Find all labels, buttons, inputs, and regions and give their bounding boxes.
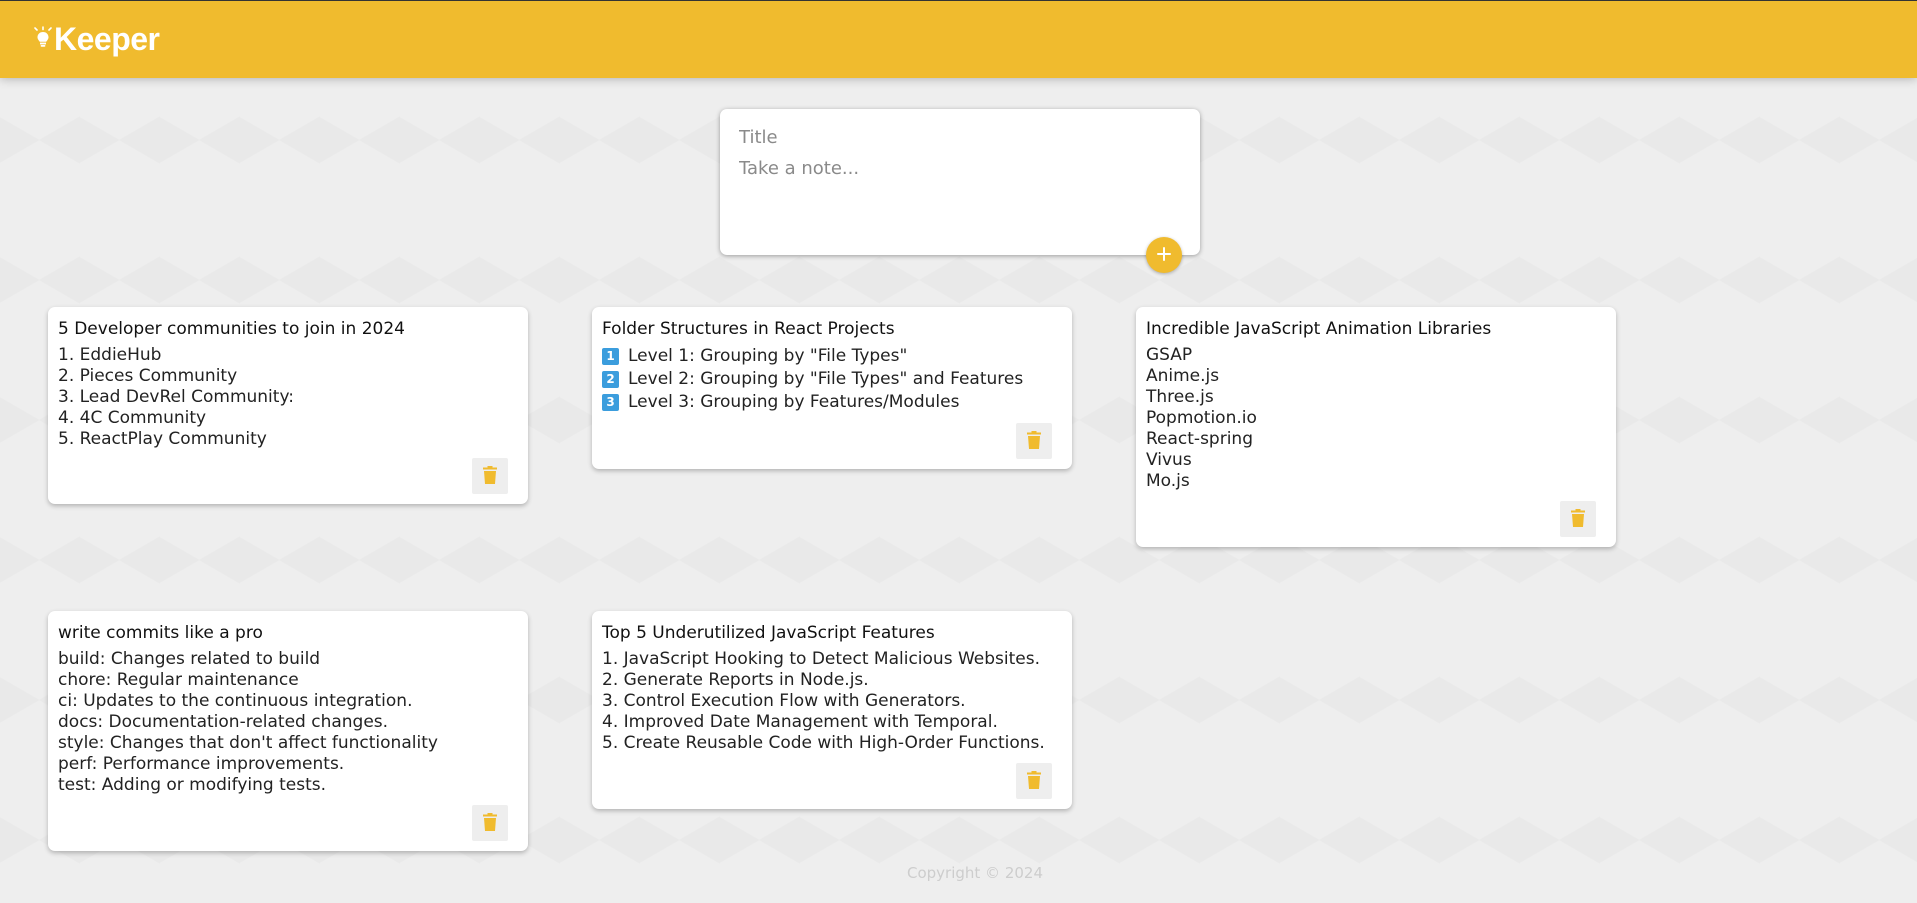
note-line: 5. Create Reusable Code with High-Order … [602, 733, 1045, 754]
note-line: test: Adding or modifying tests. [58, 775, 326, 796]
note-card: Top 5 Underutilized JavaScript Features … [592, 611, 1072, 809]
note-line: 3. Control Execution Flow with Generator… [602, 691, 966, 712]
note-line: GSAP [1146, 345, 1193, 366]
note-line: 2. Generate Reports in Node.js. [602, 670, 869, 691]
note-line: 5. ReactPlay Community [58, 429, 267, 450]
note-line: Popmotion.io [1146, 408, 1257, 429]
note-card: write commits like a pro build: Changes … [48, 611, 528, 851]
note-content: GSAP Anime.js Three.js Popmotion.io Reac… [1146, 345, 1606, 492]
note-content-input[interactable] [739, 158, 1181, 228]
number-badge: 1 [602, 348, 619, 366]
note-line: 4. Improved Date Management with Tempora… [602, 712, 998, 733]
note-content: build: Changes related to build chore: R… [58, 649, 518, 796]
note-content: 1. JavaScript Hooking to Detect Maliciou… [602, 649, 1062, 754]
note-content: 1 Level 1: Grouping by "File Types" 2 Leve… [602, 345, 1062, 414]
brand: Keeper [34, 23, 160, 55]
trash-icon [483, 812, 497, 834]
trash-icon [1571, 508, 1585, 530]
note-line: 3. Lead DevRel Community: [58, 387, 294, 408]
note-title: write commits like a pro [58, 623, 263, 643]
note-line: Vivus [1146, 450, 1192, 471]
note-line: 1 Level 1: Grouping by "File Types" [602, 345, 1062, 368]
app-header: Keeper [0, 0, 1917, 78]
note-line: style: Changes that don't affect functio… [58, 733, 438, 754]
note-line: docs: Documentation-related changes. [58, 712, 389, 733]
note-line-text: Level 2: Grouping by "File Types" and Fe… [628, 369, 1024, 390]
note-title: Top 5 Underutilized JavaScript Features [602, 623, 935, 643]
note-line: build: Changes related to build [58, 649, 321, 670]
note-line: chore: Regular maintenance [58, 670, 299, 691]
number-badge: 3 [602, 394, 619, 412]
lightbulb-icon [34, 26, 54, 52]
note-title: Folder Structures in React Projects [602, 319, 895, 339]
app-name: Keeper [54, 21, 160, 57]
note-card: Folder Structures in React Projects 1 Lev… [592, 307, 1072, 469]
note-line: 3 Level 3: Grouping by Features/Modules [602, 391, 1062, 414]
copyright-text: Copyright © 2024 [906, 864, 1043, 882]
note-line: 2 Level 2: Grouping by "File Types" and F… [602, 368, 1062, 391]
note-line: Mo.js [1146, 471, 1190, 492]
footer: Copyright © 2024 [0, 864, 1917, 882]
note-line: perf: Performance improvements. [58, 754, 345, 775]
note-line: 4. 4C Community [58, 408, 207, 429]
delete-note-button[interactable] [1016, 423, 1052, 459]
note-line: Three.js [1146, 387, 1214, 408]
note-title-input[interactable] [739, 127, 1181, 148]
note-line-text: Level 3: Grouping by Features/Modules [628, 392, 960, 413]
note-title: Incredible JavaScript Animation Librarie… [1146, 319, 1492, 339]
note-card: Incredible JavaScript Animation Librarie… [1136, 307, 1616, 547]
note-line: React-spring [1146, 429, 1253, 450]
note-title: 5 Developer communities to join in 2024 [58, 319, 405, 339]
add-note-button[interactable] [1146, 237, 1182, 273]
delete-note-button[interactable] [1016, 763, 1052, 799]
create-note-form [720, 109, 1200, 273]
note-line: 1. EddieHub [58, 345, 162, 366]
trash-icon [483, 465, 497, 487]
note-line: ci: Updates to the continuous integratio… [58, 691, 413, 712]
delete-note-button[interactable] [472, 805, 508, 841]
note-line-text: Level 1: Grouping by "File Types" [628, 346, 908, 367]
delete-note-button[interactable] [472, 458, 508, 494]
note-line: 1. JavaScript Hooking to Detect Maliciou… [602, 649, 1040, 670]
number-badge: 2 [602, 371, 619, 389]
note-card: 5 Developer communities to join in 2024 … [48, 307, 528, 504]
note-line: Anime.js [1146, 366, 1220, 387]
delete-note-button[interactable] [1560, 501, 1596, 537]
trash-icon [1027, 770, 1041, 792]
plus-icon [1156, 246, 1172, 265]
trash-icon [1027, 430, 1041, 452]
note-content: 1. EddieHub 2. Pieces Community 3. Lead … [58, 345, 518, 450]
note-line: 2. Pieces Community [58, 366, 238, 387]
